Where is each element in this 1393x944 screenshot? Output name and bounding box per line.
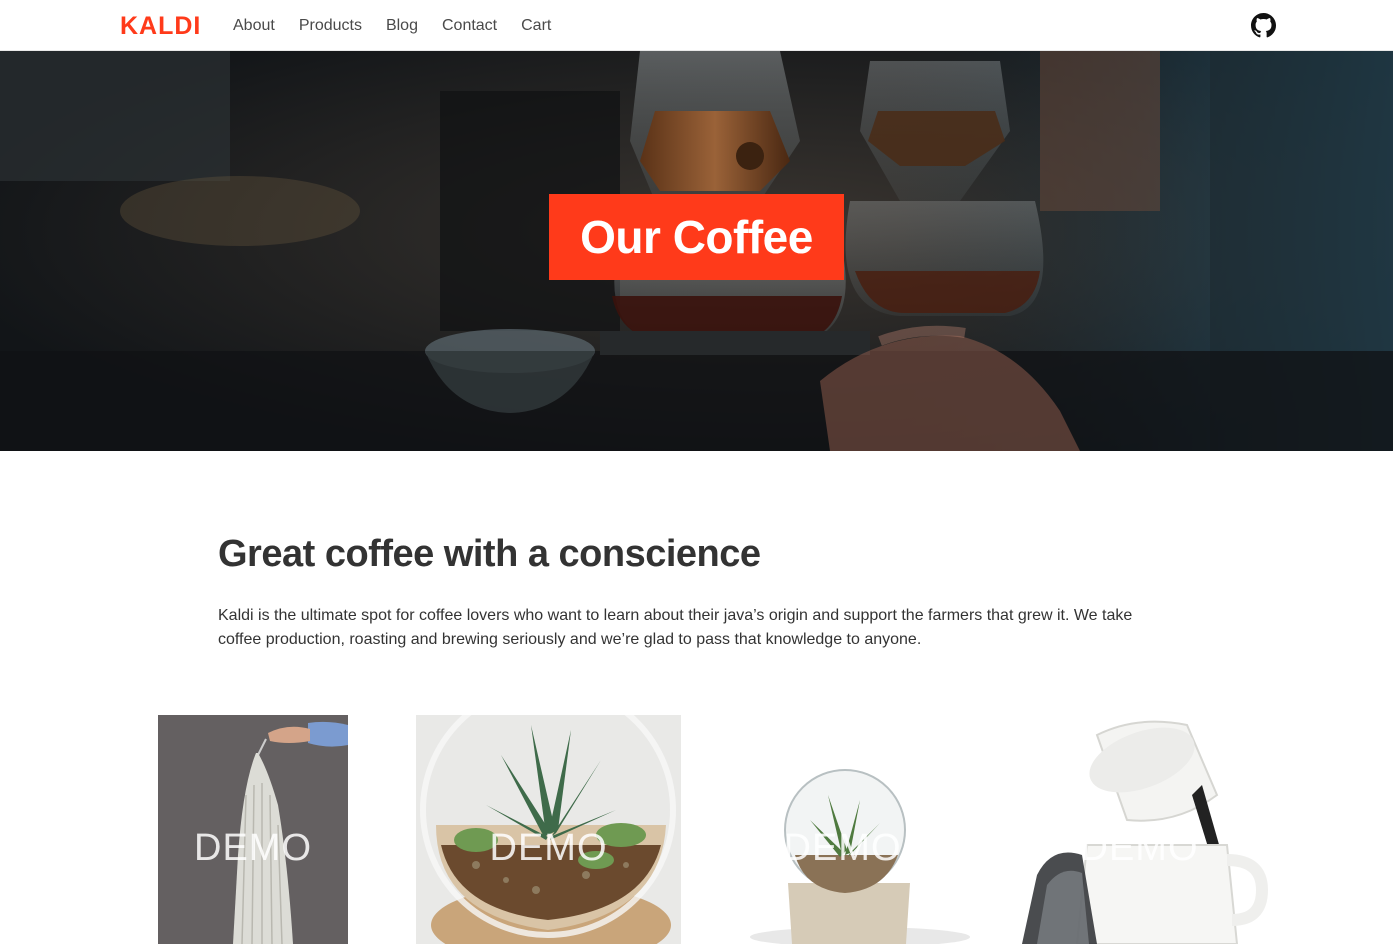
nav-blog[interactable]: Blog xyxy=(374,0,430,51)
nav-contact[interactable]: Contact xyxy=(430,0,509,51)
github-icon[interactable] xyxy=(1251,13,1276,38)
mugs-image xyxy=(1007,715,1272,944)
hero-title: Our Coffee xyxy=(580,211,813,263)
hero-title-box: Our Coffee xyxy=(549,194,844,280)
navbar: KALDI About Products Blog Contact Cart xyxy=(0,0,1393,51)
globe-terrarium-image xyxy=(710,715,975,944)
nav-about[interactable]: About xyxy=(221,0,287,51)
product-image-globe-terrarium[interactable]: DEMO xyxy=(710,715,975,944)
hero-banner: Our Coffee xyxy=(0,51,1393,451)
nav-products[interactable]: Products xyxy=(287,0,374,51)
section-description: Kaldi is the ultimate spot for coffee lo… xyxy=(218,607,1133,648)
product-image-towel[interactable]: DEMO xyxy=(158,715,348,944)
product-image-mugs[interactable]: DEMO xyxy=(1007,715,1272,944)
towel-image xyxy=(158,715,348,944)
kaldi-logo[interactable]: KALDI xyxy=(120,12,210,38)
product-image-terrarium[interactable]: DEMO xyxy=(416,715,681,944)
nav-cart[interactable]: Cart xyxy=(509,0,563,51)
svg-text:KALDI: KALDI xyxy=(120,12,201,38)
nav-menu: About Products Blog Contact Cart xyxy=(221,0,563,51)
terrarium-image xyxy=(416,715,681,944)
section-heading: Great coffee with a conscience xyxy=(218,533,761,575)
